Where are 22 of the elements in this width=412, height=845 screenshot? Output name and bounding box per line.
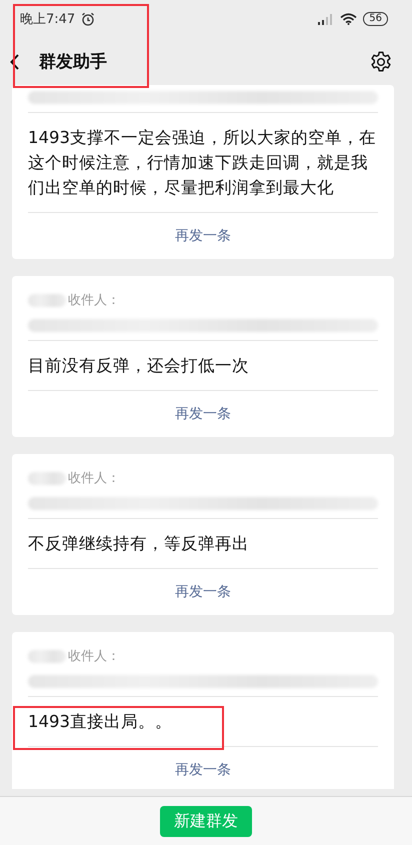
alarm-icon	[81, 12, 96, 26]
resend-link[interactable]: 再发一条	[175, 405, 231, 423]
recipient-label: 收件人：	[68, 470, 120, 487]
back-icon[interactable]	[10, 54, 19, 70]
message-text: 1493直接出局。。	[28, 712, 172, 731]
recipient-label: 收件人：	[68, 648, 120, 665]
resend-link[interactable]: 再发一条	[175, 227, 231, 245]
message-text: 不反弹继续持有，等反弹再出	[28, 534, 249, 553]
battery-indicator: 56	[363, 12, 388, 26]
message-text: 1493支撑不一定会强迫，所以大家的空单，在这个时候注意，行情加速下跌走回调，就是我们出空单的时候，尽量把利润拿到最大化	[28, 128, 376, 197]
blurred-text	[28, 294, 66, 306]
status-time: 晚上7:47	[20, 11, 76, 28]
settings-icon[interactable]	[370, 50, 392, 72]
resend-link[interactable]: 再发一条	[175, 761, 231, 779]
wifi-icon	[340, 13, 358, 25]
blurred-text	[28, 472, 66, 484]
message-text: 目前没有反弹，还会打低一次	[28, 356, 249, 375]
recipient-label: 收件人：	[68, 292, 120, 309]
signal-icon	[318, 14, 334, 24]
page-title: 群发助手	[39, 51, 107, 73]
resend-link[interactable]: 再发一条	[175, 583, 231, 601]
blurred-text	[28, 650, 66, 662]
